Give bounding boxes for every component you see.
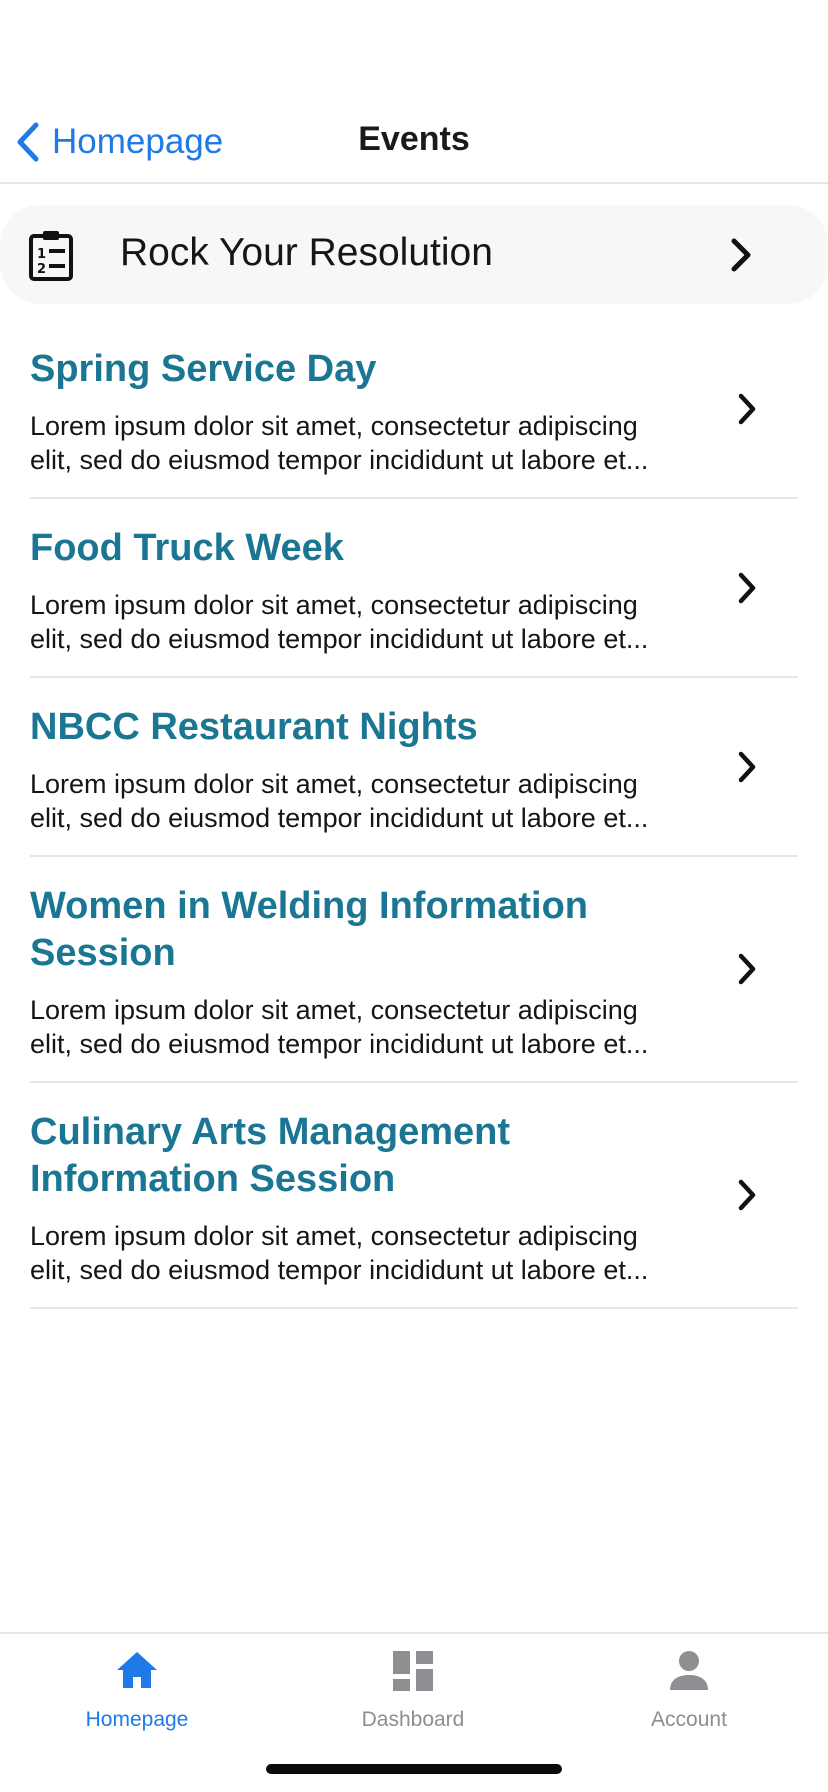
- event-title-line: Information Session: [30, 1158, 396, 1200]
- event-title-line: Session: [30, 932, 176, 974]
- chevron-right-icon: [738, 572, 756, 603]
- chevron-right-icon: [731, 238, 751, 272]
- event-list-item[interactable]: Food Truck Week Lorem ipsum dolor sit ame…: [30, 499, 798, 678]
- event-list-item[interactable]: Spring Service Day Lorem ipsum dolor sit …: [30, 320, 798, 499]
- person-icon: [670, 1651, 708, 1690]
- event-title-line: Spring Service Day: [30, 348, 377, 390]
- event-list-item[interactable]: NBCC Restaurant Nights Lorem ipsum dolor …: [30, 678, 798, 857]
- event-title: Culinary Arts Management Information Sess…: [30, 1109, 688, 1203]
- tab-homepage[interactable]: Homepage: [37, 1648, 237, 1732]
- home-indicator: [266, 1764, 562, 1774]
- tab-account[interactable]: Account: [589, 1648, 789, 1732]
- event-title-line: NBCC Restaurant Nights: [30, 706, 478, 748]
- event-description-line: elit, sed do eiusmod tempor incididunt u…: [30, 1255, 649, 1285]
- event-description: Lorem ipsum dolor sit amet, consectetur …: [30, 1219, 710, 1287]
- chevron-right-icon: [738, 393, 756, 424]
- event-description-line: Lorem ipsum dolor sit amet, consectetur …: [30, 411, 638, 441]
- home-icon: [117, 1652, 157, 1688]
- featured-event-label: Rock Your Resolution: [120, 231, 493, 274]
- tab-homepage-label: Homepage: [85, 1708, 189, 1731]
- tab-dashboard-label: Dashboard: [361, 1708, 465, 1731]
- event-description: Lorem ipsum dolor sit amet, consectetur …: [30, 409, 710, 477]
- event-description-line: Lorem ipsum dolor sit amet, consectetur …: [30, 590, 638, 620]
- events-screen: Homepage Events 1 2 Rock Your Resolution…: [0, 0, 828, 1792]
- event-description: Lorem ipsum dolor sit amet, consectetur …: [30, 588, 710, 656]
- event-title: Spring Service Day: [30, 346, 688, 393]
- chevron-right-icon: [738, 1179, 756, 1211]
- event-description-line: elit, sed do eiusmod tempor incididunt u…: [30, 445, 649, 475]
- event-title: NBCC Restaurant Nights: [30, 704, 688, 751]
- featured-event-row[interactable]: 1 2 Rock Your Resolution: [0, 205, 828, 304]
- event-description-line: Lorem ipsum dolor sit amet, consectetur …: [30, 995, 638, 1025]
- page-title: Events: [358, 120, 470, 158]
- chevron-right-icon: [738, 751, 756, 782]
- event-title: Food Truck Week: [30, 525, 688, 572]
- dashboard-icon: [393, 1651, 433, 1691]
- event-description: Lorem ipsum dolor sit amet, consectetur …: [30, 767, 710, 835]
- svg-text:1: 1: [37, 247, 46, 262]
- tab-account-label: Account: [651, 1708, 727, 1731]
- event-description: Lorem ipsum dolor sit amet, consectetur …: [30, 993, 710, 1061]
- event-title-line: Food Truck Week: [30, 527, 344, 569]
- event-title-line: Women in Welding Information: [30, 885, 589, 927]
- clipboard-list-icon: 1 2: [29, 231, 73, 281]
- event-list-item[interactable]: Culinary Arts Management Information Sess…: [30, 1083, 798, 1309]
- event-title: Women in Welding Information Session: [30, 883, 688, 977]
- event-list: Spring Service Day Lorem ipsum dolor sit …: [0, 320, 828, 1309]
- event-description-line: elit, sed do eiusmod tempor incididunt u…: [30, 624, 649, 654]
- event-description-line: elit, sed do eiusmod tempor incididunt u…: [30, 1029, 649, 1059]
- event-list-item[interactable]: Women in Welding Information Session Lorem…: [30, 857, 798, 1083]
- event-description-line: Lorem ipsum dolor sit amet, consectetur …: [30, 1221, 638, 1251]
- navigation-bar: Homepage Events: [0, 100, 828, 184]
- event-description-line: elit, sed do eiusmod tempor incididunt u…: [30, 803, 649, 833]
- chevron-right-icon: [738, 953, 756, 985]
- event-description-line: Lorem ipsum dolor sit amet, consectetur …: [30, 769, 638, 799]
- svg-text:2: 2: [37, 262, 46, 277]
- event-title-line: Culinary Arts Management: [30, 1111, 511, 1153]
- tab-dashboard[interactable]: Dashboard: [313, 1648, 513, 1732]
